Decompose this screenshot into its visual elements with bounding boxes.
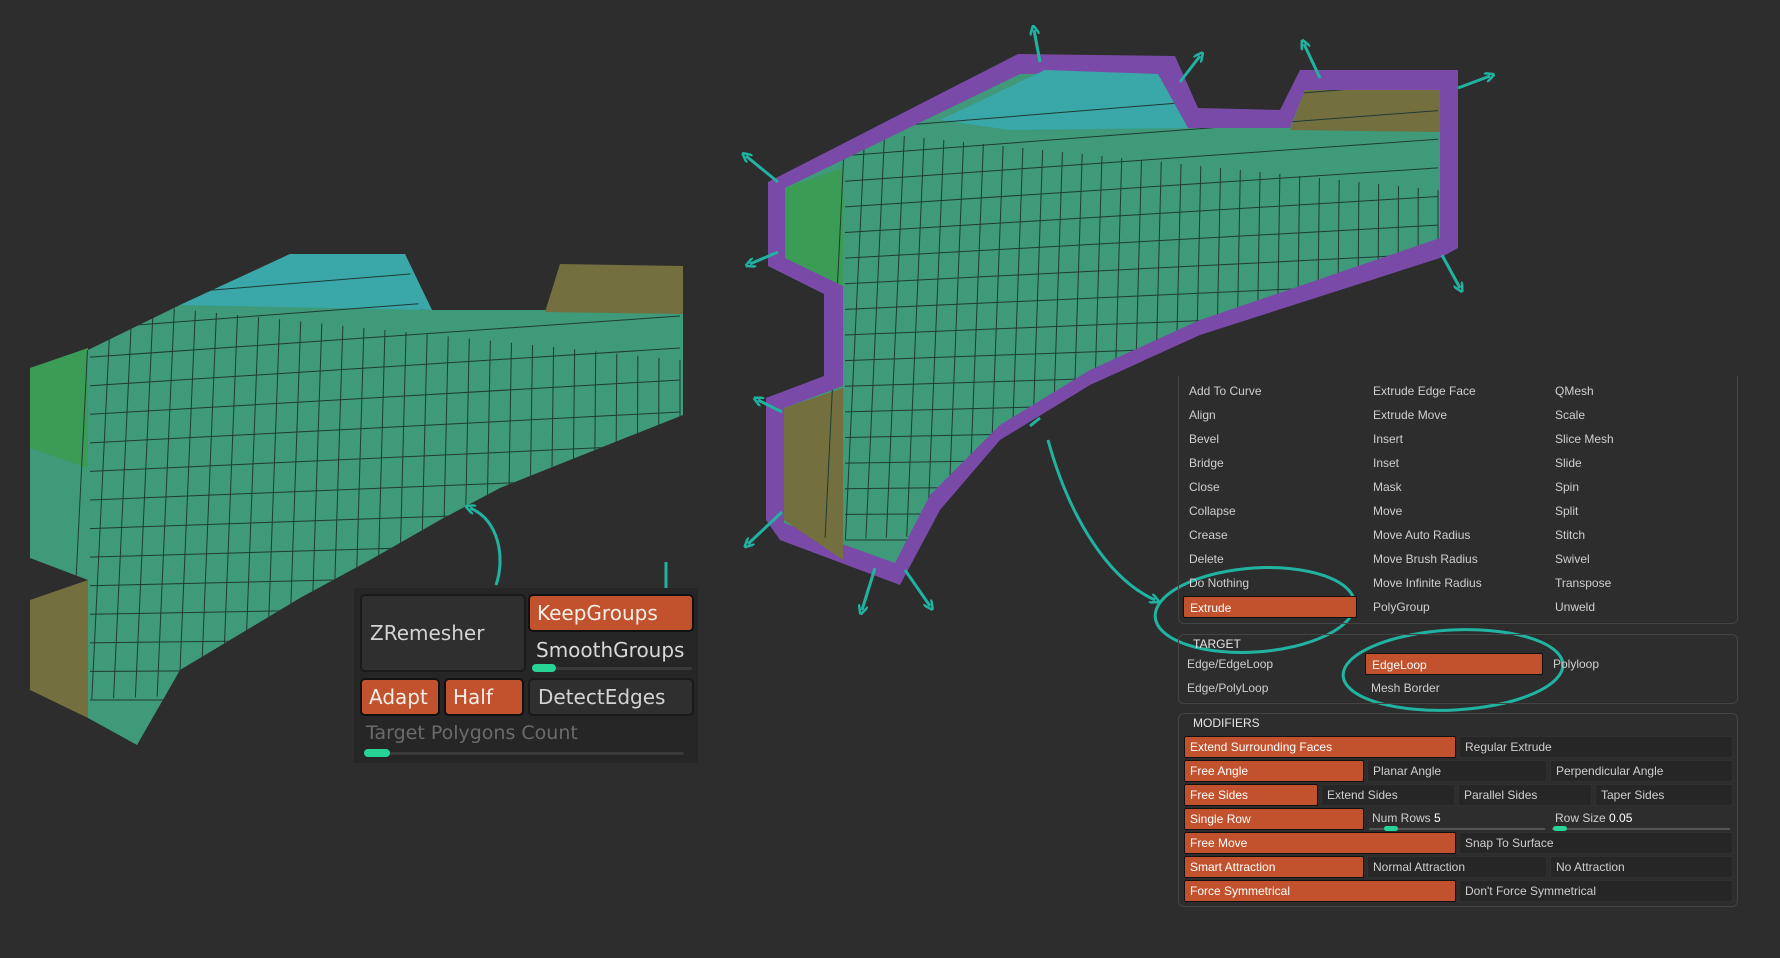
detectedges-button[interactable]: DetectEdges [528,678,694,716]
target-title: TARGET [1193,637,1241,651]
action-inset[interactable]: Inset [1367,452,1541,474]
taper-sides-button[interactable]: Taper Sides [1595,784,1733,806]
arrow-out-11 [903,569,930,606]
single-row-button[interactable]: Single Row [1184,808,1364,830]
action-unweld[interactable]: Unweld [1549,596,1723,618]
num-rows-knob[interactable] [1384,826,1398,831]
arrow-curve-left [470,508,502,586]
arrow-out-6 [746,156,779,184]
normal-attraction-button[interactable]: Normal Attraction [1367,856,1547,878]
action-panel: Add To Curve Align Bevel Bridge Close Collaps… [1178,376,1738,624]
target-edge-edgeloop[interactable]: Edge/EdgeLoop [1181,653,1357,675]
modifiers-panel: MODIFIERS Extend Surrounding Faces Regul… [1178,713,1738,907]
zremesher-panel: ZRemesher KeepGroups SmoothGroups Adapt … [354,588,698,763]
smoothgroups-slider[interactable]: SmoothGroups [528,632,694,668]
num-rows-value: 5 [1434,811,1441,825]
action-do-nothing[interactable]: Do Nothing [1183,572,1357,594]
right-mesh-olive-group [1290,90,1440,132]
target-panel: TARGET Edge/EdgeLoop EdgeLoop Polyloop E… [1178,634,1738,704]
keepgroups-button[interactable]: KeepGroups [528,594,694,632]
action-insert[interactable]: Insert [1367,428,1541,450]
action-add-to-curve[interactable]: Add To Curve [1183,380,1357,402]
arrow-out-5 [1440,254,1460,288]
modifiers-title: MODIFIERS [1193,716,1260,730]
no-attraction-button[interactable]: No Attraction [1550,856,1733,878]
arrow-out-10 [862,567,877,610]
arrow-out-4 [1457,76,1490,90]
half-button[interactable]: Half [444,678,524,716]
smoothgroups-track[interactable] [532,667,692,670]
target-polygons-label: Target Polygons Count [366,722,578,744]
extend-surrounding-faces-button[interactable]: Extend Surrounding Faces [1184,736,1456,758]
arrow-curve-right [1046,439,1155,600]
row-size-label: Row Size [1555,811,1606,825]
smart-attraction-button[interactable]: Smart Attraction [1184,856,1364,878]
left-mesh-green-group [30,348,88,468]
action-collapse[interactable]: Collapse [1183,500,1357,522]
action-stitch[interactable]: Stitch [1549,524,1723,546]
target-polygons-knob[interactable] [364,749,390,757]
dont-force-symmetrical-button[interactable]: Don't Force Symmetrical [1459,880,1733,902]
action-transpose[interactable]: Transpose [1549,572,1723,594]
action-move[interactable]: Move [1367,500,1541,522]
action-scale[interactable]: Scale [1549,404,1723,426]
force-symmetrical-button[interactable]: Force Symmetrical [1184,880,1456,902]
action-mask[interactable]: Mask [1367,476,1541,498]
action-move-auto-radius[interactable]: Move Auto Radius [1367,524,1541,546]
action-delete[interactable]: Delete [1183,548,1357,570]
action-qmesh[interactable]: QMesh [1549,380,1723,402]
perpendicular-angle-button[interactable]: Perpendicular Angle [1550,760,1733,782]
target-edgeloop[interactable]: EdgeLoop [1365,653,1543,675]
action-close[interactable]: Close [1183,476,1357,498]
extend-sides-button[interactable]: Extend Sides [1321,784,1455,806]
action-polygroup[interactable]: PolyGroup [1367,596,1541,618]
row-size-value: 0.05 [1609,811,1633,825]
num-rows-label: Num Rows [1372,811,1431,825]
action-align[interactable]: Align [1183,404,1357,426]
action-crease[interactable]: Crease [1183,524,1357,546]
action-extrude[interactable]: Extrude [1183,596,1357,618]
target-edge-polyloop[interactable]: Edge/PolyLoop [1181,677,1357,699]
row-size-knob[interactable] [1553,826,1567,831]
action-extrude-move[interactable]: Extrude Move [1367,404,1541,426]
adapt-button[interactable]: Adapt [360,678,440,716]
target-polyloop[interactable]: Polyloop [1547,653,1723,675]
action-bridge[interactable]: Bridge [1183,452,1357,474]
free-sides-button[interactable]: Free Sides [1184,784,1318,806]
free-move-button[interactable]: Free Move [1184,832,1456,854]
parallel-sides-button[interactable]: Parallel Sides [1458,784,1592,806]
regular-extrude-button[interactable]: Regular Extrude [1459,736,1733,758]
action-split[interactable]: Split [1549,500,1723,522]
row-size-slider[interactable]: Row Size 0.05 [1550,808,1733,830]
action-slide[interactable]: Slide [1549,452,1723,474]
left-mesh-olive-group-2 [30,580,88,718]
action-swivel[interactable]: Swivel [1549,548,1723,570]
arrow-out-2 [1178,56,1200,83]
action-extrude-edge-face[interactable]: Extrude Edge Face [1367,380,1541,402]
action-slice-mesh[interactable]: Slice Mesh [1549,428,1723,450]
target-polygons-track[interactable] [364,752,684,755]
planar-angle-button[interactable]: Planar Angle [1367,760,1547,782]
zremesher-button[interactable]: ZRemesher [360,594,526,672]
row-size-track[interactable] [1552,828,1730,830]
smoothgroups-knob[interactable] [532,664,556,672]
target-mesh-border[interactable]: Mesh Border [1365,677,1541,699]
action-move-infinite-radius[interactable]: Move Infinite Radius [1367,572,1541,594]
snap-to-surface-button[interactable]: Snap To Surface [1459,832,1733,854]
action-bevel[interactable]: Bevel [1183,428,1357,450]
action-spin[interactable]: Spin [1549,476,1723,498]
free-angle-button[interactable]: Free Angle [1184,760,1364,782]
left-mesh-olive-group [545,264,683,314]
action-move-brush-radius[interactable]: Move Brush Radius [1367,548,1541,570]
